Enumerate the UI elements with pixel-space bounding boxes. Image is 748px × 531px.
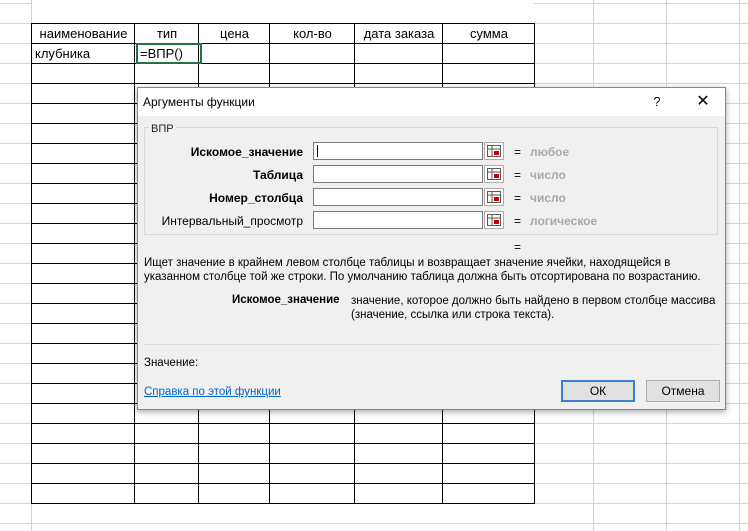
- gridline: [0, 463, 31, 464]
- arg-input-table[interactable]: [313, 165, 483, 183]
- table-border: [31, 483, 535, 484]
- gridline: [0, 423, 31, 424]
- table-border: [31, 423, 535, 424]
- gridline: [0, 203, 31, 204]
- dialog-titlebar[interactable]: Аргументы функции ? ✕: [138, 88, 725, 116]
- table-border: [31, 63, 535, 64]
- gridline: [534, 43, 748, 44]
- text-caret: [317, 145, 318, 157]
- gridline: [0, 143, 31, 144]
- equals-sign: =: [514, 145, 522, 159]
- gridline: [0, 123, 31, 124]
- separator: [144, 344, 719, 345]
- value-label: Значение:: [144, 357, 199, 369]
- result-equals-sign: =: [514, 240, 522, 254]
- gridline: [0, 3, 31, 4]
- equals-sign: =: [514, 214, 522, 228]
- table-border: [31, 463, 535, 464]
- gridline: [0, 103, 31, 104]
- table-border: [31, 83, 535, 84]
- gridline: [0, 343, 31, 344]
- gridline: [0, 383, 31, 384]
- gridline: [0, 83, 31, 84]
- gridline: [0, 503, 31, 504]
- range-select-icon[interactable]: [484, 211, 504, 229]
- dialog-title: Аргументы функции: [143, 95, 255, 109]
- arg-input-column-index[interactable]: [313, 188, 483, 206]
- header-type[interactable]: тип: [136, 24, 198, 43]
- gridline: [534, 523, 748, 524]
- gridline: [0, 23, 31, 24]
- table-border: [31, 503, 535, 504]
- table-border: [31, 443, 535, 444]
- header-order-date[interactable]: дата заказа: [356, 24, 442, 43]
- ok-button[interactable]: ОК: [561, 380, 635, 402]
- gridline: [0, 43, 31, 44]
- header-sum[interactable]: сумма: [444, 24, 534, 43]
- equals-sign: =: [514, 191, 522, 205]
- gridline: [534, 3, 748, 4]
- gridline: [534, 423, 748, 424]
- gridline: [31, 523, 534, 524]
- gridline: [534, 443, 748, 444]
- arg-hint-number: число: [530, 191, 566, 205]
- range-select-icon[interactable]: [484, 188, 504, 206]
- gridline: [739, 0, 740, 531]
- table-border: [31, 23, 32, 504]
- gridline: [0, 163, 31, 164]
- range-select-icon[interactable]: [484, 165, 504, 183]
- gridline: [0, 223, 31, 224]
- arg-hint-any: любое: [530, 145, 570, 159]
- gridline: [0, 323, 31, 324]
- equals-sign: =: [514, 168, 522, 182]
- gridline: [0, 303, 31, 304]
- function-arguments-dialog: Аргументы функции ? ✕ ВПР Искомое_значен…: [137, 87, 726, 410]
- gridline: [0, 523, 31, 524]
- gridline: [534, 23, 748, 24]
- arg-input-range-lookup[interactable]: [313, 211, 483, 229]
- help-icon[interactable]: ?: [648, 93, 666, 111]
- gridline: [534, 83, 748, 84]
- arg-description-name: Искомое_значение: [232, 294, 340, 306]
- function-description: Ищет значение в крайнем левом столбце та…: [144, 257, 701, 283]
- arg-label-lookup-value: Искомое_значение: [190, 145, 303, 159]
- cell-b1-formula[interactable]: =ВПР(): [136, 43, 202, 64]
- header-price[interactable]: цена: [200, 24, 269, 43]
- cell-a1-product[interactable]: клубника: [33, 44, 134, 63]
- gridline: [0, 263, 31, 264]
- gridline: [0, 183, 31, 184]
- arg-description-text: значение, которое должно быть найдено в …: [351, 295, 716, 321]
- gridline: [0, 63, 31, 64]
- header-name[interactable]: наименование: [33, 24, 134, 43]
- cancel-button[interactable]: Отмена: [646, 380, 720, 402]
- arg-label-column-index: Номер_столбца: [209, 191, 303, 205]
- gridline: [534, 483, 748, 484]
- gridline: [0, 363, 31, 364]
- gridline: [534, 503, 748, 504]
- arg-hint-logical: логическое: [530, 214, 598, 228]
- gridline: [0, 243, 31, 244]
- arg-input-lookup-value[interactable]: [313, 142, 483, 160]
- function-name-label: ВПР: [149, 123, 176, 135]
- gridline: [0, 443, 31, 444]
- gridline: [534, 63, 748, 64]
- table-border: [134, 23, 135, 504]
- arg-label-range-lookup: Интервальный_просмотр: [161, 214, 303, 228]
- arg-label-table: Таблица: [252, 168, 303, 182]
- help-link[interactable]: Справка по этой функции: [144, 386, 281, 398]
- arg-hint-number: число: [530, 168, 566, 182]
- gridline: [0, 403, 31, 404]
- gridline: [0, 483, 31, 484]
- gridline: [0, 283, 31, 284]
- close-icon[interactable]: ✕: [693, 93, 713, 111]
- range-select-icon[interactable]: [484, 142, 504, 160]
- header-quantity[interactable]: кол-во: [271, 24, 354, 43]
- gridline: [534, 463, 748, 464]
